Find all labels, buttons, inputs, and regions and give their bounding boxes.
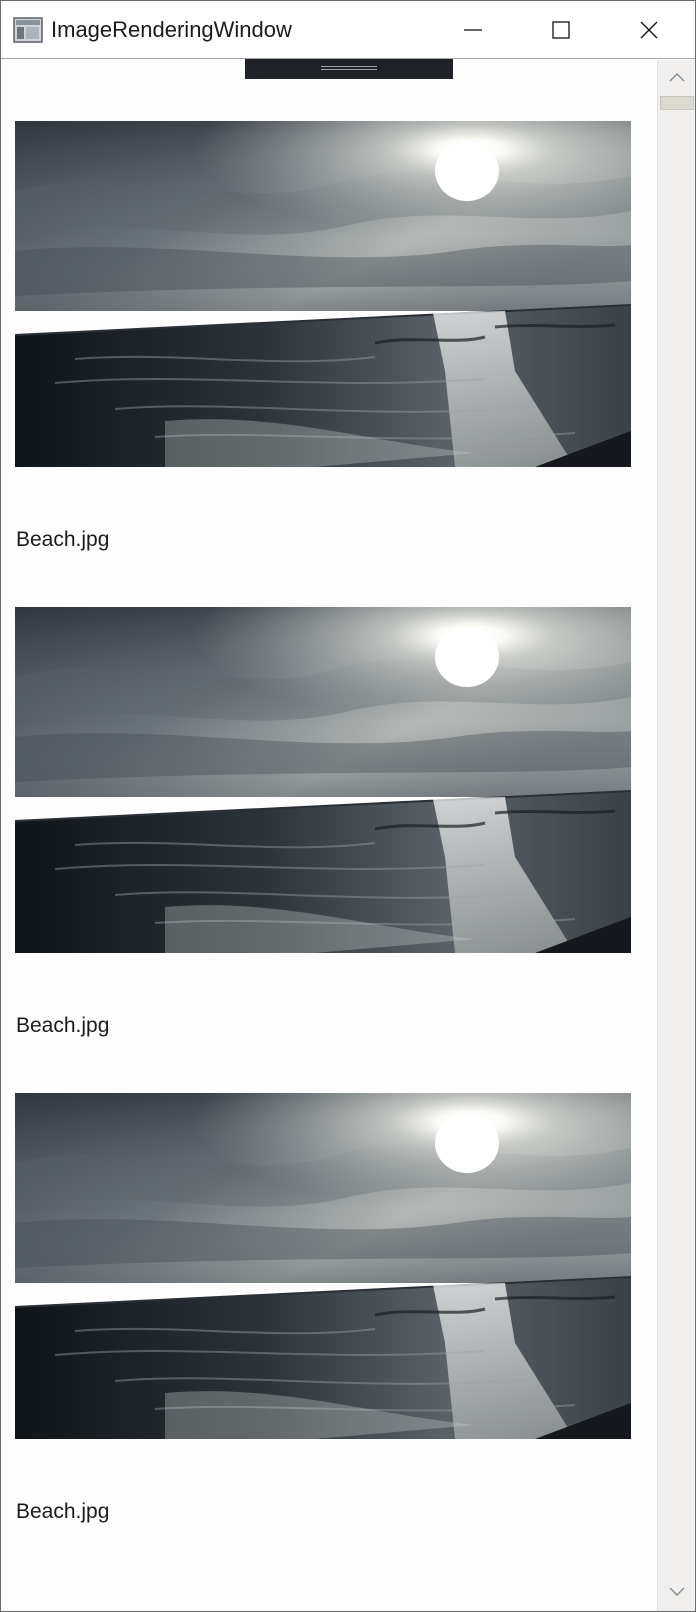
app-window-icon bbox=[13, 17, 43, 43]
image-caption: Beach.jpg bbox=[16, 1500, 110, 1523]
beach-sunset-photo bbox=[15, 607, 631, 953]
chevron-up-icon bbox=[669, 73, 685, 82]
scroll-thumb[interactable] bbox=[660, 96, 694, 110]
maximize-icon bbox=[552, 21, 570, 39]
minimize-icon bbox=[464, 29, 482, 31]
title-bar[interactable]: ImageRenderingWindow bbox=[1, 1, 695, 59]
vertical-scrollbar[interactable] bbox=[657, 60, 695, 1611]
window-title: ImageRenderingWindow bbox=[51, 17, 292, 42]
maximize-button[interactable] bbox=[517, 1, 605, 59]
scroll-up-button[interactable] bbox=[658, 60, 695, 94]
image-rendering-window: ImageRenderingWindow Beach.jpg Beach.jpg… bbox=[0, 0, 696, 1612]
beach-sunset-photo bbox=[15, 121, 631, 467]
beach-sunset-photo bbox=[15, 1093, 631, 1439]
grip-line bbox=[321, 66, 377, 67]
top-grip-handle[interactable] bbox=[245, 59, 453, 79]
grip-line bbox=[321, 69, 377, 70]
close-icon bbox=[640, 21, 658, 39]
chevron-down-icon bbox=[669, 1587, 685, 1596]
image-list[interactable]: Beach.jpg Beach.jpg Beach.jpg bbox=[1, 79, 657, 1611]
image-caption: Beach.jpg bbox=[16, 528, 110, 551]
close-button[interactable] bbox=[605, 1, 695, 59]
minimize-button[interactable] bbox=[429, 1, 517, 59]
image-caption: Beach.jpg bbox=[16, 1014, 110, 1037]
scroll-down-button[interactable] bbox=[658, 1577, 695, 1611]
